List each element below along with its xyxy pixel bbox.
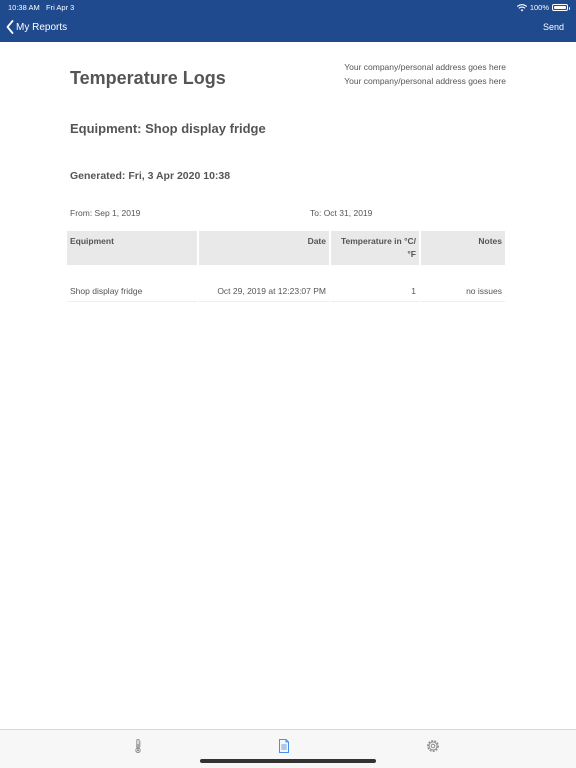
- chevron-left-icon: [6, 20, 14, 34]
- back-button[interactable]: My Reports: [6, 20, 67, 34]
- status-right: 100%: [516, 2, 570, 13]
- column-header-notes: Notes: [421, 231, 505, 265]
- battery-fill: [554, 6, 566, 9]
- nav-row: My Reports Send: [0, 18, 576, 38]
- column-header-date: Date: [199, 231, 329, 265]
- document-icon: [279, 739, 289, 753]
- send-button[interactable]: Send: [543, 22, 564, 32]
- address-line-2: Your company/personal address goes here: [344, 76, 506, 86]
- cell-temperature: 1: [331, 265, 419, 302]
- generated-timestamp: Generated: Fri, 3 Apr 2020 10:38: [70, 170, 231, 182]
- report-title: Temperature Logs: [70, 68, 226, 88]
- wifi-icon: [516, 3, 527, 11]
- table-row: Shop display fridge Oct 29, 2019 at 12:2…: [67, 265, 505, 302]
- battery-percent: 100%: [529, 3, 549, 12]
- column-header-temperature: Temperature in °C/ °F: [331, 231, 419, 265]
- address-line-1: Your company/personal address goes here: [344, 62, 506, 72]
- cell-equipment: Shop display fridge: [67, 265, 197, 302]
- status-date: Fri Apr 3: [46, 3, 75, 12]
- battery-icon: [552, 4, 570, 11]
- tab-settings[interactable]: [425, 738, 441, 754]
- tab-reports[interactable]: [276, 738, 292, 754]
- cell-notes: no issues: [421, 265, 505, 302]
- thermometer-icon: [135, 739, 141, 754]
- home-indicator[interactable]: [200, 759, 376, 763]
- range-to: To: Oct 31, 2019: [310, 208, 373, 218]
- column-header-equipment: Equipment: [67, 231, 197, 265]
- tab-bar: [0, 729, 576, 768]
- status-bar: 10:38 AM Fri Apr 3 100%: [8, 2, 570, 13]
- equipment-heading: Equipment: Shop display fridge: [70, 121, 266, 136]
- gear-icon: [427, 740, 439, 752]
- company-address: Your company/personal address goes here …: [344, 60, 506, 88]
- status-time: 10:38 AM: [8, 3, 40, 12]
- navigation-bar: 10:38 AM Fri Apr 3 100% My Reports Send: [0, 0, 576, 42]
- temperature-log-table: Equipment Date Temperature in °C/ °F Not…: [65, 231, 507, 302]
- back-button-label: My Reports: [16, 21, 68, 33]
- range-from: From: Sep 1, 2019: [70, 208, 141, 218]
- tab-temperature[interactable]: [130, 738, 146, 754]
- cell-date: Oct 29, 2019 at 12:23:07 PM: [199, 265, 329, 302]
- table-header-row: Equipment Date Temperature in °C/ °F Not…: [67, 231, 505, 265]
